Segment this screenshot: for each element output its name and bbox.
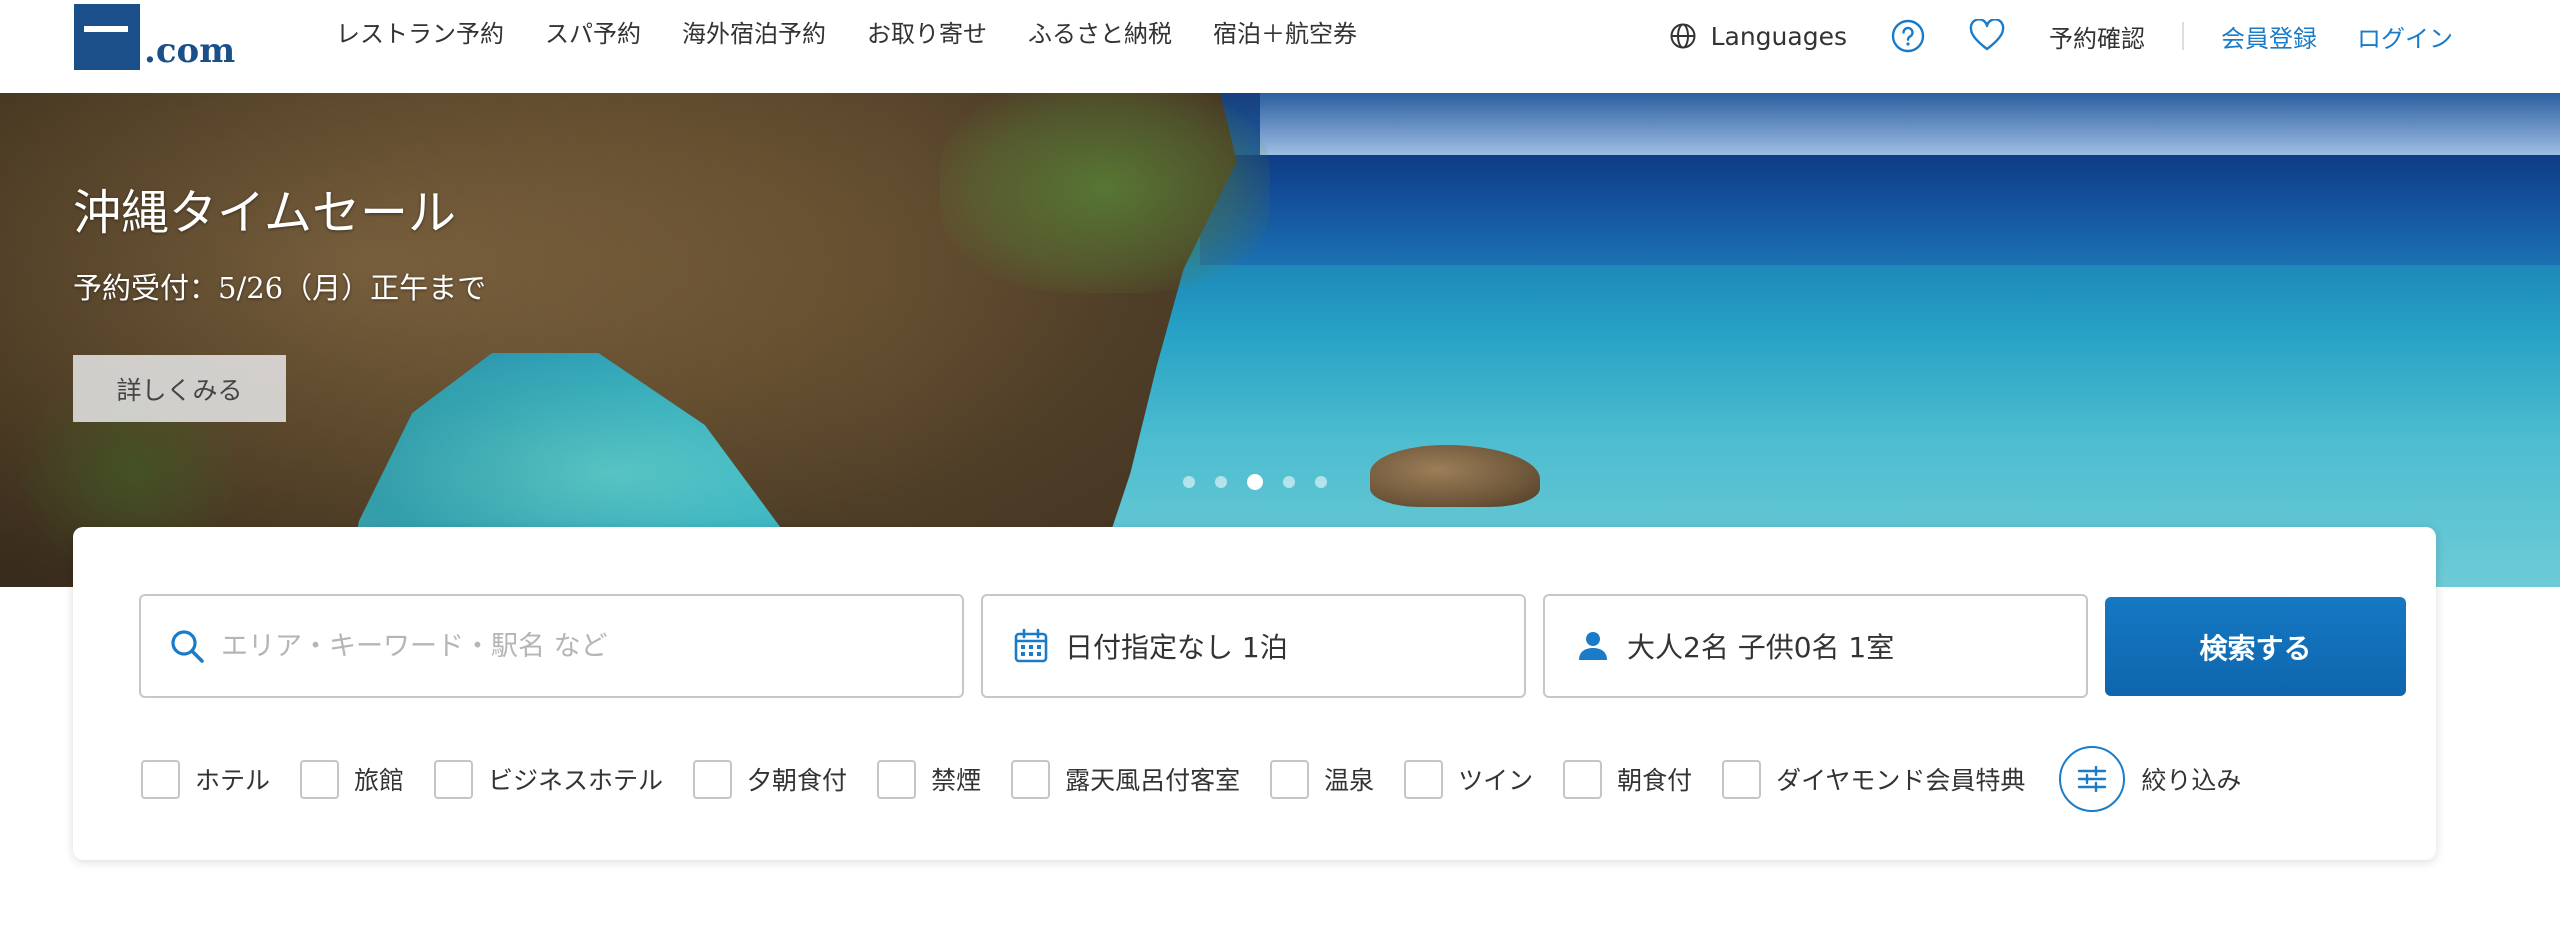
nav-overseas[interactable]: 海外宿泊予約 <box>682 16 826 52</box>
logo-suffix: .com <box>144 31 236 71</box>
reservation-check-link[interactable]: 予約確認 <box>2049 19 2145 54</box>
checkbox[interactable] <box>1563 759 1603 799</box>
ikyu-logo[interactable]: 一休 .com <box>74 0 235 70</box>
site-header: 一休 .com レストラン予約 スパ予約 海外宿泊予約 お取り寄せ ふるさと納税… <box>0 0 2560 93</box>
guests-field[interactable]: 大人2名 子供0名 1室 <box>1543 594 2088 698</box>
filter-ryokan[interactable]: 旅館 <box>300 759 405 799</box>
checkbox[interactable] <box>141 759 180 799</box>
hero-title: 沖縄タイムセール <box>73 185 457 241</box>
filter-label: ホテル <box>195 766 271 795</box>
languages-label: Languages <box>1710 21 1847 51</box>
header-utilities: Languages 予約確認 会員登録 ログイン <box>1669 16 2453 56</box>
carousel-dot-active[interactable] <box>1247 474 1263 490</box>
checkbox[interactable] <box>1404 759 1444 799</box>
filter-twin[interactable]: ツイン <box>1404 759 1534 799</box>
checkbox[interactable] <box>877 759 917 799</box>
date-field[interactable]: 日付指定なし 1泊 <box>981 594 1526 698</box>
languages-button[interactable]: Languages <box>1669 22 1847 51</box>
checkbox[interactable] <box>434 759 474 799</box>
carousel-dot[interactable] <box>1315 476 1327 488</box>
filter-open-air-bath-room[interactable]: 露天風呂付客室 <box>1011 759 1241 799</box>
checkbox[interactable] <box>1011 759 1051 799</box>
hero-subtitle: 予約受付：5/26（月）正午まで <box>73 271 487 305</box>
filter-non-smoking[interactable]: 禁煙 <box>877 759 982 799</box>
nav-hotel-flight[interactable]: 宿泊＋航空券 <box>1213 16 1357 52</box>
filter-label: 露天風呂付客室 <box>1065 766 1241 795</box>
keyword-field[interactable] <box>139 594 964 698</box>
date-value: 日付指定なし 1泊 <box>1065 631 1288 664</box>
nav-spa[interactable]: スパ予約 <box>545 16 641 52</box>
carousel-dot[interactable] <box>1215 476 1227 488</box>
search-icon <box>171 630 204 663</box>
filter-hotel[interactable]: ホテル <box>141 759 271 799</box>
keyword-input[interactable] <box>221 630 921 662</box>
register-link[interactable]: 会員登録 <box>2221 19 2317 54</box>
main-nav: レストラン予約 スパ予約 海外宿泊予約 お取り寄せ ふるさと納税 宿泊＋航空券 <box>336 16 1398 52</box>
carousel-dot[interactable] <box>1283 476 1295 488</box>
globe-icon <box>1670 23 1696 49</box>
carousel-dot[interactable] <box>1183 476 1195 488</box>
login-link[interactable]: ログイン <box>2357 19 2453 54</box>
filter-row: ホテル 旅館 ビジネスホテル 夕朝食付 禁煙 露天風呂付客室 温泉 ツイン 朝食… <box>141 745 2241 813</box>
filter-breakfast[interactable]: 朝食付 <box>1563 759 1693 799</box>
filter-label: 禁煙 <box>931 766 982 795</box>
hero-details-button[interactable]: 詳しくみる <box>73 355 286 422</box>
filter-onsen[interactable]: 温泉 <box>1270 759 1375 799</box>
hero-vegetation <box>940 93 1270 293</box>
filter-dinner-breakfast[interactable]: 夕朝食付 <box>693 759 848 799</box>
person-icon <box>1579 632 1607 660</box>
hero-sky <box>1260 93 2560 155</box>
checkbox[interactable] <box>1722 759 1762 799</box>
filter-label: ビジネスホテル <box>488 766 664 795</box>
nav-shopping[interactable]: お取り寄せ <box>867 16 987 52</box>
filter-label: 旅館 <box>354 766 405 795</box>
search-button[interactable]: 検索する <box>2105 597 2406 696</box>
filter-business-hotel[interactable]: ビジネスホテル <box>434 759 664 799</box>
guests-value: 大人2名 子供0名 1室 <box>1627 631 1895 664</box>
sliders-icon <box>2078 766 2107 792</box>
filter-label: ダイヤモンド会員特典 <box>1776 766 2026 795</box>
favorite-heart-icon[interactable] <box>1969 19 2005 53</box>
logo-mark <box>74 4 140 70</box>
narrow-filter-label: 絞り込み <box>2141 766 2242 795</box>
filter-label: ツイン <box>1458 766 1534 795</box>
hero-deep-sea <box>1200 155 2560 265</box>
filter-diamond-benefit[interactable]: ダイヤモンド会員特典 <box>1722 759 2026 799</box>
checkbox[interactable] <box>1270 759 1310 799</box>
hero-small-rock <box>1370 445 1540 507</box>
help-icon[interactable] <box>1891 19 1925 53</box>
checkbox[interactable] <box>300 759 340 799</box>
hero-text-overlay <box>0 93 900 587</box>
search-panel: 日付指定なし 1泊 大人2名 子供0名 1室 検索する ホテル 旅館 ビジネスホ… <box>73 527 2436 860</box>
narrow-filter-circle <box>2059 746 2126 812</box>
calendar-icon <box>1014 628 1048 663</box>
nav-furusato[interactable]: ふるさと納税 <box>1028 16 1172 52</box>
hero-banner[interactable]: 沖縄タイムセール 予約受付：5/26（月）正午まで 詳しくみる <box>0 93 2560 587</box>
carousel-indicators <box>1183 474 1347 490</box>
filter-label: 夕朝食付 <box>747 766 848 795</box>
filter-label: 朝食付 <box>1617 766 1693 795</box>
checkbox[interactable] <box>693 759 733 799</box>
nav-restaurant[interactable]: レストラン予約 <box>336 16 504 52</box>
header-divider <box>2182 22 2184 50</box>
filter-label: 温泉 <box>1324 766 1375 795</box>
narrow-filter-button[interactable]: 絞り込み <box>2059 746 2241 812</box>
